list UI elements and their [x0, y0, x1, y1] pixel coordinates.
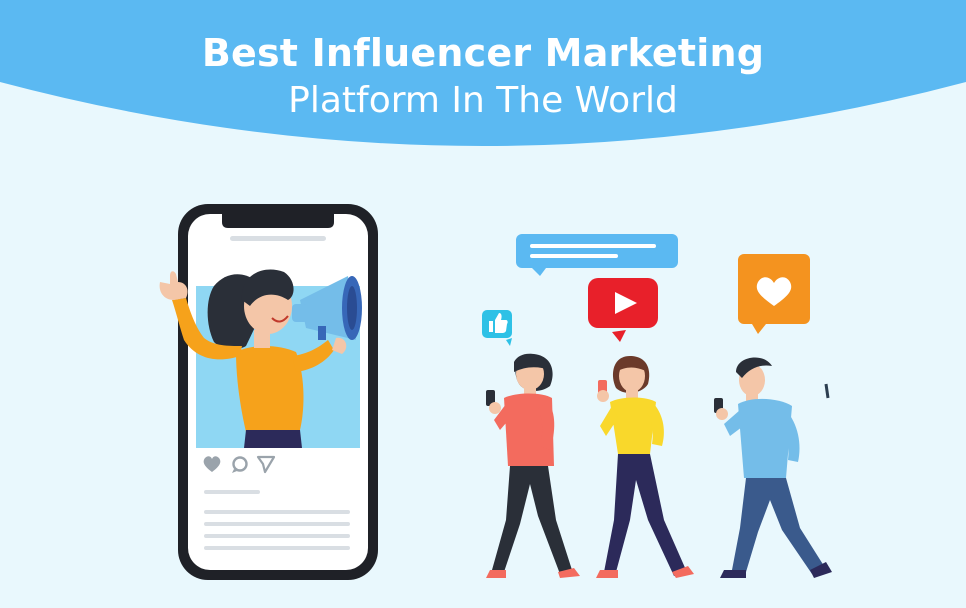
caption-line [204, 490, 260, 494]
phone-notch [222, 214, 334, 228]
caption-line [204, 546, 350, 550]
person-red-top [486, 353, 580, 578]
caption-line [204, 510, 350, 514]
heart-icon [738, 254, 810, 334]
illustration [159, 204, 832, 580]
chat-bubble-icon [516, 234, 678, 276]
person-yellow-top [596, 356, 694, 578]
person-blue-hoodie [714, 357, 832, 578]
thumbs-up-icon [482, 310, 512, 346]
phone-header-bar [230, 236, 326, 241]
phone-edge-mark [824, 383, 830, 399]
youtube-play-icon [588, 278, 658, 342]
caption-line [204, 522, 350, 526]
caption-line [204, 534, 350, 538]
